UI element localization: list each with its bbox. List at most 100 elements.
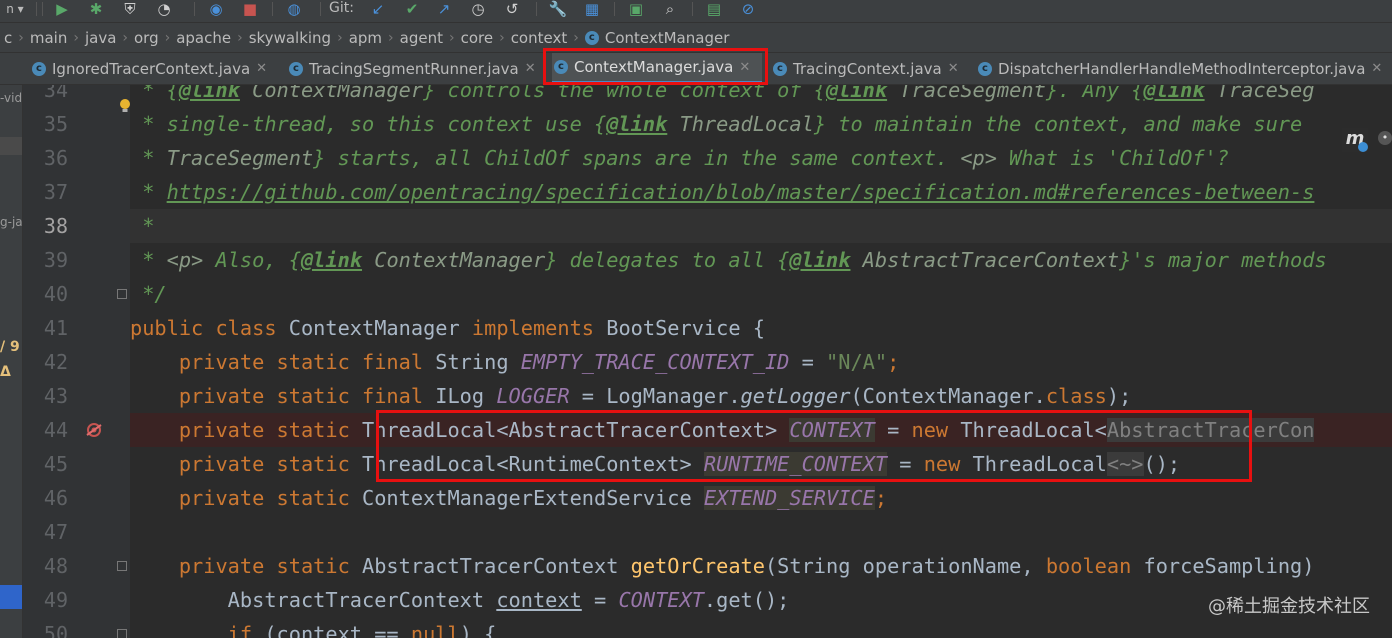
run-icon[interactable]: ▶	[50, 0, 74, 18]
line-number[interactable]: 40	[23, 277, 68, 311]
code-line[interactable]: *	[130, 209, 154, 243]
breadcrumb-item[interactable]: apache	[172, 29, 235, 47]
code-token: <p>	[960, 146, 997, 170]
tab-tracingcontext[interactable]: c TracingContext.java ✕	[771, 53, 961, 84]
line-number[interactable]: 41	[23, 311, 68, 345]
line-number[interactable]: 34	[23, 85, 68, 107]
watermark: @稀土掘金技术社区	[1208, 596, 1370, 617]
line-number[interactable]: 38	[23, 209, 68, 243]
code-token: String	[435, 350, 521, 374]
line-number[interactable]: 46	[23, 481, 68, 515]
tab-highlight-box	[543, 48, 768, 85]
profile-icon[interactable]: ◔	[152, 0, 176, 18]
code-token: boolean	[1045, 554, 1144, 578]
breadcrumb-item[interactable]: core	[457, 29, 498, 47]
search-icon[interactable]: ⌕	[658, 0, 682, 18]
breadcrumb-item[interactable]: skywalking	[245, 29, 335, 47]
close-icon[interactable]: ✕	[256, 61, 267, 76]
attach-icon[interactable]: ◉	[204, 0, 228, 18]
toolbar-separator	[194, 2, 195, 16]
breadcrumb-item[interactable]: agent	[396, 29, 447, 47]
toolbar-separator	[614, 2, 615, 16]
line-number[interactable]: 50	[23, 617, 68, 638]
code-line[interactable]: private static ContextManagerExtendServi…	[130, 481, 887, 515]
code-line[interactable]: * single-thread, so this context use {@l…	[130, 107, 1302, 141]
git-push-icon[interactable]: ↗	[432, 0, 456, 18]
wrench-icon[interactable]: 🔧	[546, 0, 570, 18]
run-config-dropdown[interactable]: n ▾	[0, 0, 30, 18]
breadcrumb-item[interactable]: context	[507, 29, 572, 47]
git-commit-icon[interactable]: ✔	[400, 0, 424, 18]
sdk-icon[interactable]: ◍	[282, 0, 306, 18]
terminal-icon[interactable]: ▣	[624, 0, 648, 18]
code-token: EMPTY_TRACE_CONTEXT_ID	[520, 350, 790, 374]
code-line[interactable]: * https://github.com/opentracing/specifi…	[130, 175, 1314, 209]
breadcrumb-item[interactable]: main	[26, 29, 71, 47]
tab-tracingsegmentrunner[interactable]: c TracingSegmentRunner.java ✕	[287, 53, 545, 84]
history-icon[interactable]: ◷	[466, 0, 490, 18]
code-highlight-box	[376, 410, 1252, 482]
code-token: AbstractTracerContext	[362, 554, 631, 578]
intention-bulb-icon[interactable]	[118, 98, 132, 114]
fold-start-icon[interactable]	[117, 561, 127, 571]
breadcrumb-separator: ›	[122, 29, 128, 46]
code-line[interactable]: */	[130, 277, 166, 311]
code-line[interactable]: AbstractTracerContext context = CONTEXT.…	[130, 583, 790, 617]
line-number[interactable]: 35	[23, 107, 68, 141]
line-number[interactable]: 39	[23, 243, 68, 277]
chart-icon[interactable]: ▤	[702, 0, 726, 18]
code-line[interactable]: if (context == null) {	[130, 617, 497, 638]
code-token: public class	[130, 316, 289, 340]
code-token: ) {	[459, 622, 497, 638]
code-line[interactable]: * <p> Also, {@link ContextManager} deleg…	[130, 243, 1327, 277]
code-line[interactable]: private static final String EMPTY_TRACE_…	[130, 345, 899, 379]
line-number[interactable]: 49	[23, 583, 68, 617]
close-icon[interactable]: ✕	[1371, 61, 1382, 76]
line-number[interactable]: 45	[23, 447, 68, 481]
breadcrumb-item[interactable]: org	[130, 29, 163, 47]
code-line[interactable]: private static final ILog LOGGER = LogMa…	[130, 379, 1131, 413]
line-number[interactable]: 37	[23, 175, 68, 209]
line-number[interactable]: 47	[23, 515, 68, 549]
line-number[interactable]: 48	[23, 549, 68, 583]
close-icon[interactable]: ✕	[948, 61, 959, 76]
code-editor[interactable]: * {@link ContextManager} controls the wh…	[130, 85, 1392, 638]
breadcrumb-item[interactable]: java	[81, 29, 120, 47]
line-number[interactable]: 44	[23, 413, 68, 447]
tab-dispatcherhandlerhandlemethodinterceptor[interactable]: c DispatcherHandlerHandleMethodIntercept…	[976, 53, 1392, 84]
debug-icon[interactable]: ✱	[84, 0, 108, 18]
tab-ignoredtracercontext[interactable]: c IgnoredTracerContext.java ✕	[30, 53, 277, 84]
sidebar-fragment: g-ja	[0, 215, 23, 229]
code-token: ILog	[435, 384, 497, 408]
plugin-icon[interactable]: m	[1342, 128, 1368, 152]
breadcrumb-item[interactable]: c	[0, 29, 16, 47]
no-entry-icon[interactable]: ⊘	[736, 0, 760, 18]
more-icon[interactable]: •	[1378, 131, 1392, 145]
stop-icon[interactable]: ■	[238, 0, 262, 18]
code-line[interactable]: * TraceSegment} starts, all ChildOf span…	[130, 141, 1229, 175]
line-number[interactable]: 36	[23, 141, 68, 175]
toolbar-separator	[42, 2, 43, 16]
class-icon: c	[289, 61, 303, 76]
coverage-icon[interactable]: ⛨	[118, 0, 142, 18]
code-line[interactable]: public class ContextManager implements B…	[130, 311, 765, 345]
code-line[interactable]: * {@link ContextManager} controls the wh…	[130, 85, 1314, 107]
fold-start-icon[interactable]	[117, 629, 127, 638]
breadcrumb-file[interactable]: ContextManager	[605, 29, 734, 47]
breadcrumb-item[interactable]: apm	[345, 29, 386, 47]
code-token: = LogManager.	[569, 384, 741, 408]
project-tool-strip[interactable]: -vid g-ja / 9 Δ	[0, 85, 23, 638]
line-number[interactable]: 43	[23, 379, 68, 413]
breakpoint-icon[interactable]	[83, 421, 105, 439]
close-icon[interactable]: ✕	[525, 61, 536, 76]
rollback-icon[interactable]: ↺	[500, 0, 524, 18]
code-token: *	[130, 180, 167, 204]
line-number[interactable]: 42	[23, 345, 68, 379]
git-update-icon[interactable]: ↙	[366, 0, 390, 18]
fold-end-icon[interactable]	[117, 289, 127, 299]
project-structure-icon[interactable]: ▦	[580, 0, 604, 18]
class-icon: c	[773, 61, 787, 76]
code-token: }'s major methods	[1119, 248, 1327, 272]
line-number-gutter[interactable]: 34 35 36 37 38 39 40 41 42 43 44 45 46 47 48 49 50	[23, 85, 130, 638]
code-line[interactable]: private static AbstractTracerContext get…	[130, 549, 1315, 583]
